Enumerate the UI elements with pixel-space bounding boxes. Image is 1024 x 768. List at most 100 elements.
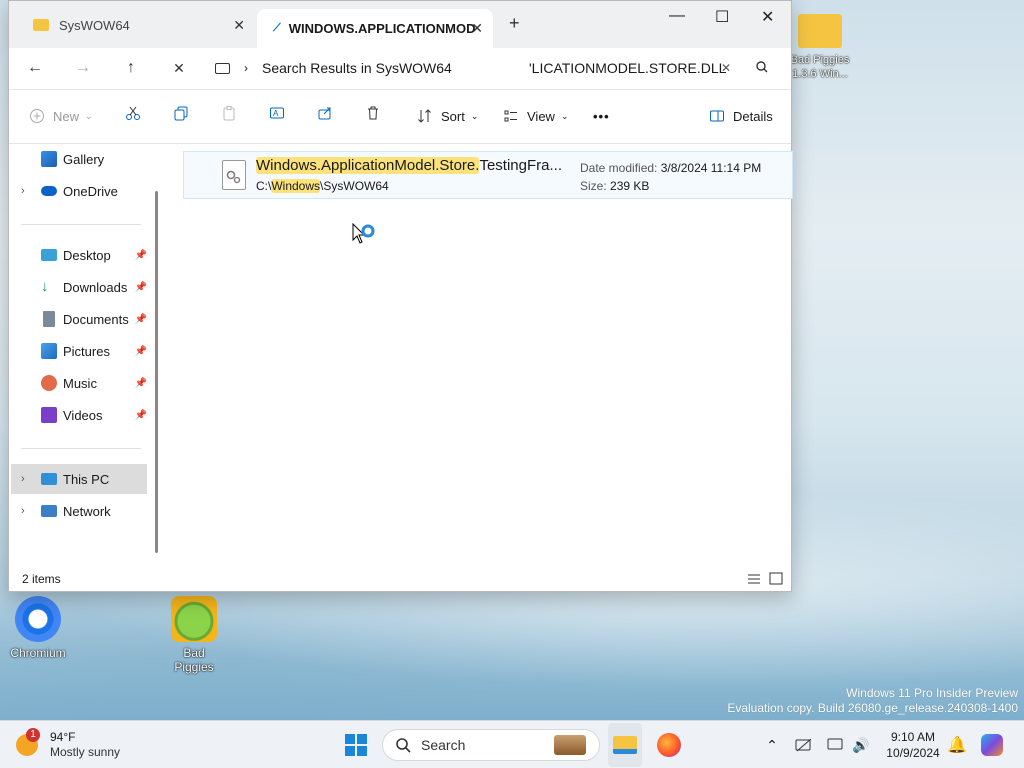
computer-icon [215,62,230,74]
nav-item-downloads[interactable]: ↓ Downloads 📌 [9,272,149,302]
nav-item-label: Downloads [63,279,128,295]
nav-item-onedrive[interactable]: › OneDrive [9,176,149,206]
file-path: C:\Windows\SysWOW64 [256,179,389,193]
desktop-icon-bad-piggies[interactable]: Bad Piggies [162,596,226,674]
tab-search-results[interactable]: ⟋ WINDOWS.APPLICATIONMOD ✕ [257,9,493,48]
monitor-icon [41,473,57,485]
sort-button[interactable]: Sort ⌄ [415,103,478,129]
copy-icon[interactable] [171,103,191,123]
details-view-icon[interactable] [747,573,761,588]
pin-icon[interactable]: 📌 [135,378,147,389]
pin-icon[interactable]: 📌 [135,346,147,357]
firefox-icon [657,733,681,757]
file-name-rest: TestingFra... [479,157,562,174]
tiles-view-icon[interactable] [769,572,783,588]
share-icon[interactable] [315,103,335,123]
clock[interactable]: 9:10 AM 10/9/2024 [880,721,946,768]
weather-widget[interactable]: 1 94°F Mostly sunny [16,721,136,768]
clear-search-icon[interactable]: ✕ [721,61,731,75]
nav-item-desktop[interactable]: Desktop 📌 [9,240,149,270]
chevron-down-icon: ⌄ [85,110,93,121]
nav-item-this-pc[interactable]: › This PC [11,464,147,494]
divider [21,224,141,225]
new-label: New [53,108,80,124]
search-result-row[interactable]: Windows.ApplicationModel.Store.TestingFr… [183,151,793,199]
monitor-icon[interactable] [826,721,846,768]
status-bar: 2 items [9,567,791,591]
new-button[interactable]: New ⌄ [27,103,93,129]
notification-bell-icon[interactable]: 🔔 [946,721,968,768]
search-icon[interactable] [755,60,769,77]
navigation-bar: ← → ↑ ✕ › Search Results in SysWOW64 'LI… [9,48,791,89]
show-hidden-icons-button[interactable]: ⌃ [762,721,782,768]
copilot-icon[interactable] [980,721,1004,768]
search-icon [396,738,411,753]
bad-piggies-icon [171,596,217,642]
taskbar-file-explorer[interactable] [608,723,642,767]
new-tab-button[interactable]: + [509,13,520,34]
forward-button[interactable]: → [71,56,95,80]
nav-item-videos[interactable]: Videos 📌 [9,400,149,430]
clock-time: 9:10 AM [890,730,936,744]
breadcrumb[interactable]: › Search Results in SysWOW64 [215,52,503,84]
date-modified-label: Date modified: [580,161,658,175]
nav-item-documents[interactable]: Documents 📌 [9,304,149,334]
stop-button[interactable]: ✕ [167,56,191,80]
file-path-highlight: Windows [271,179,321,193]
pin-icon[interactable]: 📌 [135,282,147,293]
desktop-icon-label: Bad Piggies 1.3.6 Win... [790,54,850,80]
nav-item-label: Desktop [63,247,111,263]
chevron-right-icon[interactable]: › [21,185,25,197]
minimize-button[interactable]: — [669,7,685,25]
start-button[interactable] [340,721,372,768]
dll-file-icon [222,160,246,190]
chevron-right-icon[interactable]: › [244,61,248,75]
delete-icon[interactable] [363,103,383,123]
nav-item-label: Documents [63,311,129,327]
command-bar: New ⌄ A Sort ⌄ View ⌄ ••• Details [9,89,791,143]
nav-item-pictures[interactable]: Pictures 📌 [9,336,149,366]
copilot-logo-icon [981,734,1003,756]
maximize-button[interactable]: ☐ [715,7,729,27]
chevron-right-icon[interactable]: › [21,505,25,517]
search-input[interactable]: 'LICATIONMODEL.STORE.DLL [529,60,726,76]
back-button[interactable]: ← [23,56,47,80]
desktop-icon [41,249,57,261]
tab-label: SysWOW64 [59,17,130,33]
view-icon [501,106,521,126]
pin-icon[interactable]: 📌 [135,410,147,421]
network-disconnected-icon[interactable] [792,721,816,768]
close-tab-icon[interactable]: ✕ [233,17,245,34]
close-tab-icon[interactable]: ✕ [471,20,483,37]
pin-icon[interactable]: 📌 [135,250,147,261]
nav-item-music[interactable]: Music 📌 [9,368,149,398]
details-button[interactable]: Details [707,103,773,129]
paste-icon[interactable] [219,103,239,123]
view-button[interactable]: View ⌄ [501,103,569,129]
weather-text: 94°F Mostly sunny [50,730,120,760]
more-options-button[interactable]: ••• [593,103,610,129]
nav-pane-scrollbar[interactable] [155,191,158,553]
nav-item-network[interactable]: › Network [9,496,149,526]
details-label: Details [733,108,773,124]
search-box[interactable]: 'LICATIONMODEL.STORE.DLL ✕ [515,52,781,84]
cut-icon[interactable] [123,103,143,123]
taskbar-firefox[interactable] [654,721,684,768]
rename-icon[interactable]: A [267,103,287,123]
chevron-right-icon[interactable]: › [21,473,25,485]
tab-syswow64[interactable]: SysWOW64 ✕ [15,9,255,41]
nav-item-gallery[interactable]: Gallery [9,144,149,174]
taskbar-search[interactable]: Search [382,721,600,768]
up-button[interactable]: ↑ [119,56,143,80]
watermark-line2: Evaluation copy. Build 26080.ge_release.… [727,701,1018,715]
nav-item-label: Network [63,503,111,519]
pin-icon[interactable]: 📌 [135,314,147,325]
taskbar-search-box[interactable]: Search [382,729,600,761]
divider [21,448,141,449]
volume-icon[interactable]: 🔊 [850,721,872,768]
size-value: 239 KB [610,179,650,193]
breadcrumb-label: Search Results in SysWOW64 [262,60,452,76]
desktop-icon-chromium[interactable]: Chromium [6,596,70,660]
close-window-button[interactable]: ✕ [761,7,774,27]
desktop-icon-bad-piggies-folder[interactable]: Bad Piggies 1.3.6 Win... [788,10,852,80]
